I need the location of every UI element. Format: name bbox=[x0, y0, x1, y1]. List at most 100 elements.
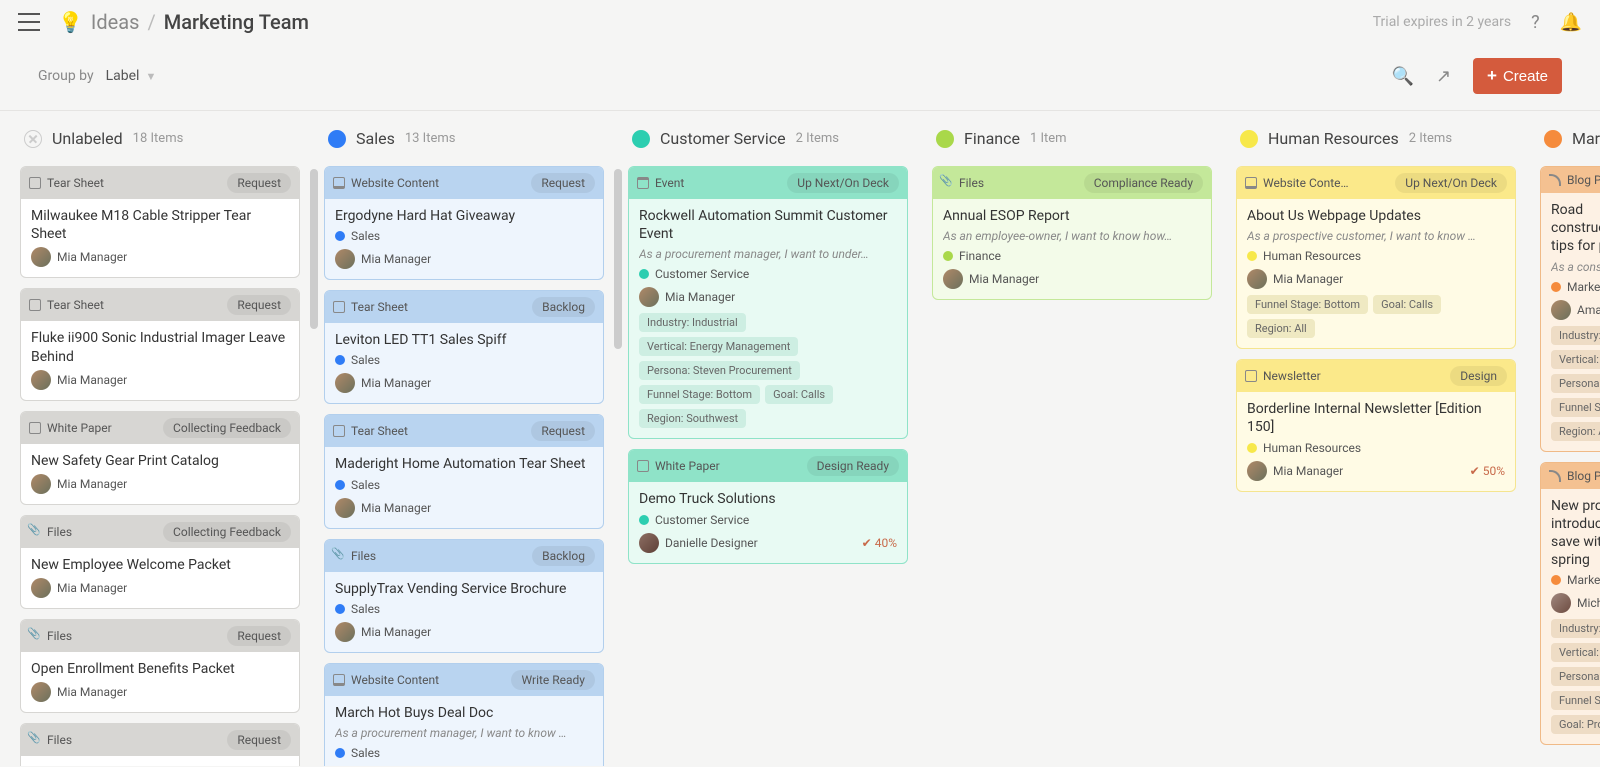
column-cards: Tear SheetRequestMilwaukee M18 Cable Str… bbox=[20, 166, 302, 766]
card-title: Maderight Home Automation Tear Sheet bbox=[335, 455, 593, 473]
column-header[interactable]: Finance1 Item bbox=[932, 129, 1214, 148]
card-label-text: Marketing bbox=[1567, 573, 1600, 587]
share-icon[interactable]: ↗ bbox=[1436, 66, 1451, 87]
card[interactable]: Blog PostNew product introduction to sav… bbox=[1540, 462, 1600, 746]
card[interactable]: Tear SheetBacklogLeviton LED TT1 Sales S… bbox=[324, 290, 604, 404]
card-tags: Industry: ConstVertical: SafetyPersona: … bbox=[1551, 326, 1600, 441]
column-color-dot-icon bbox=[328, 130, 346, 148]
column-gutter bbox=[1522, 129, 1536, 766]
column-gutter bbox=[914, 129, 928, 766]
card-label: Sales bbox=[335, 353, 593, 367]
card-status-pill: Up Next/On Deck bbox=[1395, 173, 1507, 193]
card-type: Blog Post bbox=[1549, 173, 1600, 187]
card-body: Leviton LED TT1 Sales SpiffSalesMia Mana… bbox=[325, 323, 603, 403]
scrollbar[interactable] bbox=[614, 169, 622, 349]
doc-icon bbox=[333, 425, 345, 437]
scrollbar[interactable] bbox=[310, 169, 318, 329]
card[interactable]: Website Conte…Up Next/On DeckAbout Us We… bbox=[1236, 166, 1516, 349]
card-owner-name: Danielle Designer bbox=[665, 536, 758, 550]
tag-chip: Region: All bbox=[1551, 422, 1600, 441]
notifications-bell-icon[interactable]: 🔔 bbox=[1560, 12, 1582, 33]
column-color-dot-icon bbox=[1240, 130, 1258, 148]
card-header: White PaperCollecting Feedback bbox=[21, 412, 299, 444]
group-by-dropdown[interactable]: Label bbox=[106, 68, 140, 84]
card[interactable]: Tear SheetRequestFluke ii900 Sonic Indus… bbox=[20, 288, 300, 400]
card-title: Ergodyne Hard Hat Giveaway bbox=[335, 207, 593, 225]
avatar bbox=[31, 247, 51, 267]
card-body: New Safety Gear Print CatalogMia Manager bbox=[21, 444, 299, 504]
card-label: Marketing bbox=[1551, 573, 1600, 587]
card-body: SupplyTrax LogoMia Manager bbox=[21, 756, 299, 766]
card[interactable]: Website ContentRequestErgodyne Hard Hat … bbox=[324, 166, 604, 280]
card-body: Road construction tips for protecAs a co… bbox=[1541, 193, 1600, 451]
card[interactable]: Tear SheetRequestMaderight Home Automati… bbox=[324, 414, 604, 528]
column-title: Finance bbox=[964, 129, 1020, 148]
clip-icon bbox=[333, 550, 345, 562]
card-title: Open Enrollment Benefits Packet bbox=[31, 660, 289, 678]
label-dot-icon bbox=[335, 604, 345, 614]
card-type: Tear Sheet bbox=[333, 424, 408, 438]
avatar bbox=[335, 249, 355, 269]
card-title: New Employee Welcome Packet bbox=[31, 556, 289, 574]
doc-icon bbox=[29, 299, 41, 311]
card[interactable]: FilesCompliance ReadyAnnual ESOP ReportA… bbox=[932, 166, 1212, 300]
column-title: Sales bbox=[356, 129, 395, 148]
card-label: Finance bbox=[943, 249, 1201, 263]
card-title: New Safety Gear Print Catalog bbox=[31, 452, 289, 470]
hamburger-menu-icon[interactable] bbox=[18, 13, 40, 31]
card-type-label: Tear Sheet bbox=[351, 300, 408, 314]
card-status-pill: Request bbox=[227, 173, 291, 193]
card[interactable]: Tear SheetRequestMilwaukee M18 Cable Str… bbox=[20, 166, 300, 278]
card-tags: Industry: UtilityVertical: EnergyPersona… bbox=[1551, 619, 1600, 734]
column-title: Human Resources bbox=[1268, 129, 1399, 148]
card-tags: Industry: IndustrialVertical: Energy Man… bbox=[639, 313, 897, 428]
card-owner-name: Mia Manager bbox=[57, 581, 127, 595]
card[interactable]: FilesRequestOpen Enrollment Benefits Pac… bbox=[20, 619, 300, 713]
card[interactable]: FilesCollecting FeedbackNew Employee Wel… bbox=[20, 515, 300, 609]
tag-chip: Region: Southwest bbox=[639, 409, 746, 428]
card-description: As an employee-owner, I want to know how… bbox=[943, 229, 1201, 243]
card[interactable]: Files Request SupplyTrax LogoMia Manager bbox=[20, 723, 300, 766]
label-dot-icon bbox=[943, 251, 953, 261]
card-type-label: Event bbox=[655, 176, 684, 190]
card-status-pill: Request bbox=[227, 730, 291, 750]
card-title: Demo Truck Solutions bbox=[639, 490, 897, 508]
cal-icon bbox=[637, 177, 649, 189]
column-header[interactable]: Human Resources2 Items bbox=[1236, 129, 1518, 148]
card-header: FilesRequest bbox=[21, 620, 299, 652]
clip-icon bbox=[29, 526, 41, 538]
idea-bulb-icon: 💡 bbox=[58, 10, 83, 34]
column-header[interactable]: Marketing bbox=[1540, 129, 1600, 148]
avatar bbox=[31, 578, 51, 598]
card-body: Ergodyne Hard Hat GiveawaySalesMia Manag… bbox=[325, 199, 603, 279]
column-color-dot-icon bbox=[1544, 130, 1562, 148]
create-button[interactable]: + Create bbox=[1473, 58, 1562, 94]
breadcrumb-root[interactable]: Ideas bbox=[91, 10, 140, 34]
card[interactable]: White PaperDesign ReadyDemo Truck Soluti… bbox=[628, 449, 908, 563]
card-type: Files bbox=[29, 525, 72, 539]
label-dot-icon bbox=[1551, 575, 1561, 585]
card[interactable]: Blog Post Road construction tips for prot… bbox=[1540, 166, 1600, 452]
card-type-label: Files bbox=[47, 733, 72, 747]
clip-icon bbox=[29, 734, 41, 746]
card-header: FilesCompliance Ready bbox=[933, 167, 1211, 199]
card[interactable]: FilesBacklogSupplyTrax Vending Service B… bbox=[324, 539, 604, 653]
column-header[interactable]: Unlabeled18 Items bbox=[20, 129, 302, 148]
column-header[interactable]: Customer Service2 Items bbox=[628, 129, 910, 148]
card-type-label: White Paper bbox=[47, 421, 112, 435]
card[interactable]: EventUp Next/On DeckRockwell Automation … bbox=[628, 166, 908, 439]
card[interactable]: Website ContentWrite ReadyMarch Hot Buys… bbox=[324, 663, 604, 766]
card-label-text: Sales bbox=[351, 746, 380, 760]
card-type: White Paper bbox=[637, 459, 720, 473]
column-header[interactable]: Sales13 Items bbox=[324, 129, 606, 148]
card[interactable]: NewsletterDesignBorderline Internal News… bbox=[1236, 359, 1516, 491]
card[interactable]: White PaperCollecting FeedbackNew Safety… bbox=[20, 411, 300, 505]
card-body: Open Enrollment Benefits PacketMia Manag… bbox=[21, 652, 299, 712]
tag-chip: Industry: Industrial bbox=[639, 313, 746, 332]
avatar bbox=[1551, 593, 1571, 613]
card-label-text: Customer Service bbox=[655, 267, 749, 281]
help-icon[interactable]: ? bbox=[1531, 12, 1540, 33]
search-icon[interactable]: 🔍 bbox=[1392, 66, 1414, 87]
chevron-down-icon[interactable]: ▼ bbox=[145, 70, 156, 83]
breadcrumb-current[interactable]: Marketing Team bbox=[164, 10, 309, 34]
